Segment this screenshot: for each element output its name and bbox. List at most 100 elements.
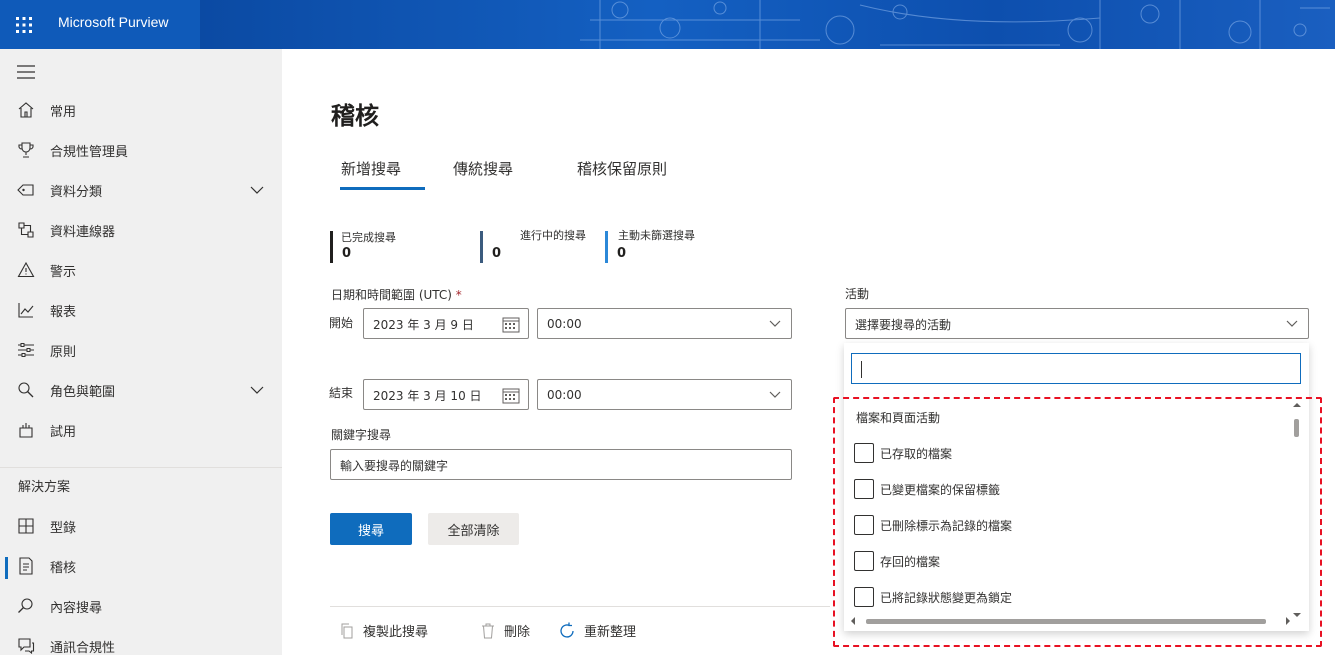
- tab-audit-retention-policies[interactable]: 稽核保留原則: [577, 158, 667, 179]
- sidebar-item-label: 試用: [50, 424, 77, 440]
- tag-icon: [17, 184, 34, 196]
- tab-new-search[interactable]: 新增搜尋: [341, 158, 401, 179]
- highlight-annotation: [833, 397, 1322, 647]
- end-time-dropdown[interactable]: 00:00: [537, 379, 792, 410]
- sidebar-item-roles-scopes[interactable]: 角色與範圍: [0, 371, 282, 409]
- start-date-picker[interactable]: 2023 年 3 月 9 日: [363, 308, 529, 339]
- trial-icon: [19, 423, 33, 438]
- stat-bar: [480, 231, 483, 263]
- sidebar-item-label: 常用: [50, 104, 77, 120]
- search-icon: [18, 598, 33, 613]
- top-bar: Microsoft Purview: [0, 0, 1335, 49]
- chevron-down-icon[interactable]: [250, 385, 264, 395]
- sidebar-item-label: 警示: [50, 264, 77, 280]
- sidebar-divider: [0, 467, 282, 468]
- sidebar-item-data-connectors[interactable]: 資料連線器: [0, 211, 282, 249]
- end-label: 結束: [329, 386, 354, 400]
- sidebar-item-audit[interactable]: 稽核: [0, 547, 282, 585]
- stat-bar: [330, 231, 333, 263]
- stat-bar: [605, 231, 608, 263]
- start-date-value: 2023 年 3 月 9 日: [373, 318, 474, 332]
- sidebar-item-alerts[interactable]: 警示: [0, 251, 282, 289]
- activity-placeholder: 選擇要搜尋的活動: [855, 318, 952, 332]
- delete-button[interactable]: 刪除: [480, 621, 530, 640]
- stat-value: 0: [492, 246, 502, 261]
- command-label: 重新整理: [584, 625, 637, 640]
- refresh-button[interactable]: 重新整理: [558, 621, 636, 640]
- trophy-icon: [18, 142, 34, 158]
- sidebar-item-label: 合規性管理員: [50, 144, 129, 160]
- copy-icon: [341, 623, 353, 638]
- audit-icon: [19, 557, 33, 575]
- sidebar-item-label: 資料分類: [50, 184, 103, 200]
- required-mark: *: [455, 288, 462, 302]
- policy-icon: [18, 343, 34, 357]
- page-title: 稽核: [331, 102, 379, 130]
- chevron-down-icon[interactable]: [250, 185, 264, 195]
- header-banner-art: [200, 0, 1335, 49]
- start-time-dropdown[interactable]: 00:00: [537, 308, 792, 339]
- sidebar-item-home[interactable]: 常用: [0, 91, 282, 129]
- calendar-icon[interactable]: [502, 316, 520, 333]
- sidebar-item-label: 通訊合規性: [50, 640, 116, 656]
- catalog-icon: [18, 518, 34, 534]
- stat-label: 主動未篩選搜尋: [618, 229, 695, 242]
- sidebar-item-policies[interactable]: 原則: [0, 331, 282, 369]
- app-title[interactable]: Microsoft Purview: [58, 14, 168, 30]
- sidebar-item-communication-compliance[interactable]: 通訊合規性: [0, 627, 282, 665]
- text-caret: [861, 361, 862, 378]
- keyword-input[interactable]: 輸入要搜尋的關鍵字: [330, 449, 792, 480]
- hamburger-icon[interactable]: [17, 65, 37, 79]
- sidebar-item-label: 原則: [50, 344, 77, 360]
- stat-label: 已完成搜尋: [341, 231, 396, 244]
- tab-classic-search[interactable]: 傳統搜尋: [453, 158, 513, 179]
- activity-label: 活動: [845, 287, 870, 301]
- sidebar-item-catalog[interactable]: 型錄: [0, 507, 282, 545]
- sidebar-item-label: 角色與範圍: [50, 384, 116, 400]
- trash-icon: [482, 623, 494, 638]
- command-label: 刪除: [504, 625, 531, 640]
- stat-value: 0: [342, 246, 352, 261]
- stat-value: 0: [617, 246, 627, 261]
- clear-all-button[interactable]: 全部清除: [428, 513, 519, 545]
- connector-icon: [18, 222, 34, 238]
- communication-icon: [18, 638, 35, 655]
- app-launcher-icon[interactable]: [12, 13, 36, 37]
- search-button[interactable]: 搜尋: [330, 513, 412, 545]
- left-nav: 常用 合規性管理員 資料分類 資料連線器 警示 報表 原則 角色與範圍 試用 解…: [0, 49, 282, 656]
- date-range-label-text: 日期和時間範圍 (UTC): [331, 288, 452, 302]
- date-range-label: 日期和時間範圍 (UTC) *: [331, 286, 462, 303]
- home-icon: [18, 102, 34, 118]
- sidebar-item-label: 資料連線器: [50, 224, 116, 240]
- sidebar-item-trials[interactable]: 試用: [0, 411, 282, 449]
- sidebar-item-label: 內容搜尋: [50, 600, 103, 616]
- sidebar-item-compliance-manager[interactable]: 合規性管理員: [0, 131, 282, 169]
- sidebar-item-label: 稽核: [50, 560, 77, 576]
- chevron-down-icon: [769, 391, 781, 398]
- end-time-value: 00:00: [547, 388, 582, 402]
- command-label: 複製此搜尋: [363, 625, 429, 640]
- end-date-value: 2023 年 3 月 10 日: [373, 389, 482, 403]
- sidebar-item-content-search[interactable]: 內容搜尋: [0, 587, 282, 625]
- activity-dropdown[interactable]: 選擇要搜尋的活動: [845, 308, 1309, 339]
- keyword-label: 關鍵字搜尋: [331, 428, 392, 442]
- chevron-down-icon: [769, 320, 781, 327]
- keyword-placeholder: 輸入要搜尋的關鍵字: [340, 459, 449, 473]
- start-time-value: 00:00: [547, 317, 582, 331]
- warning-icon: [17, 261, 35, 278]
- command-bar-divider: [330, 606, 830, 607]
- sidebar-item-label: 報表: [50, 304, 77, 320]
- sidebar-item-label: 型錄: [50, 520, 77, 536]
- refresh-icon: [560, 622, 574, 638]
- chart-icon: [18, 303, 34, 318]
- sidebar-item-reports[interactable]: 報表: [0, 291, 282, 329]
- chevron-down-icon: [1286, 320, 1298, 327]
- stat-label: 進行中的搜尋: [520, 229, 586, 242]
- roles-icon: [18, 382, 34, 398]
- sidebar-item-data-classification[interactable]: 資料分類: [0, 171, 282, 209]
- copy-search-button[interactable]: 複製此搜尋: [339, 621, 428, 640]
- sidebar-section-heading: 解決方案: [18, 480, 71, 495]
- end-date-picker[interactable]: 2023 年 3 月 10 日: [363, 379, 529, 410]
- calendar-icon[interactable]: [502, 387, 520, 404]
- activity-filter-input[interactable]: [851, 353, 1301, 384]
